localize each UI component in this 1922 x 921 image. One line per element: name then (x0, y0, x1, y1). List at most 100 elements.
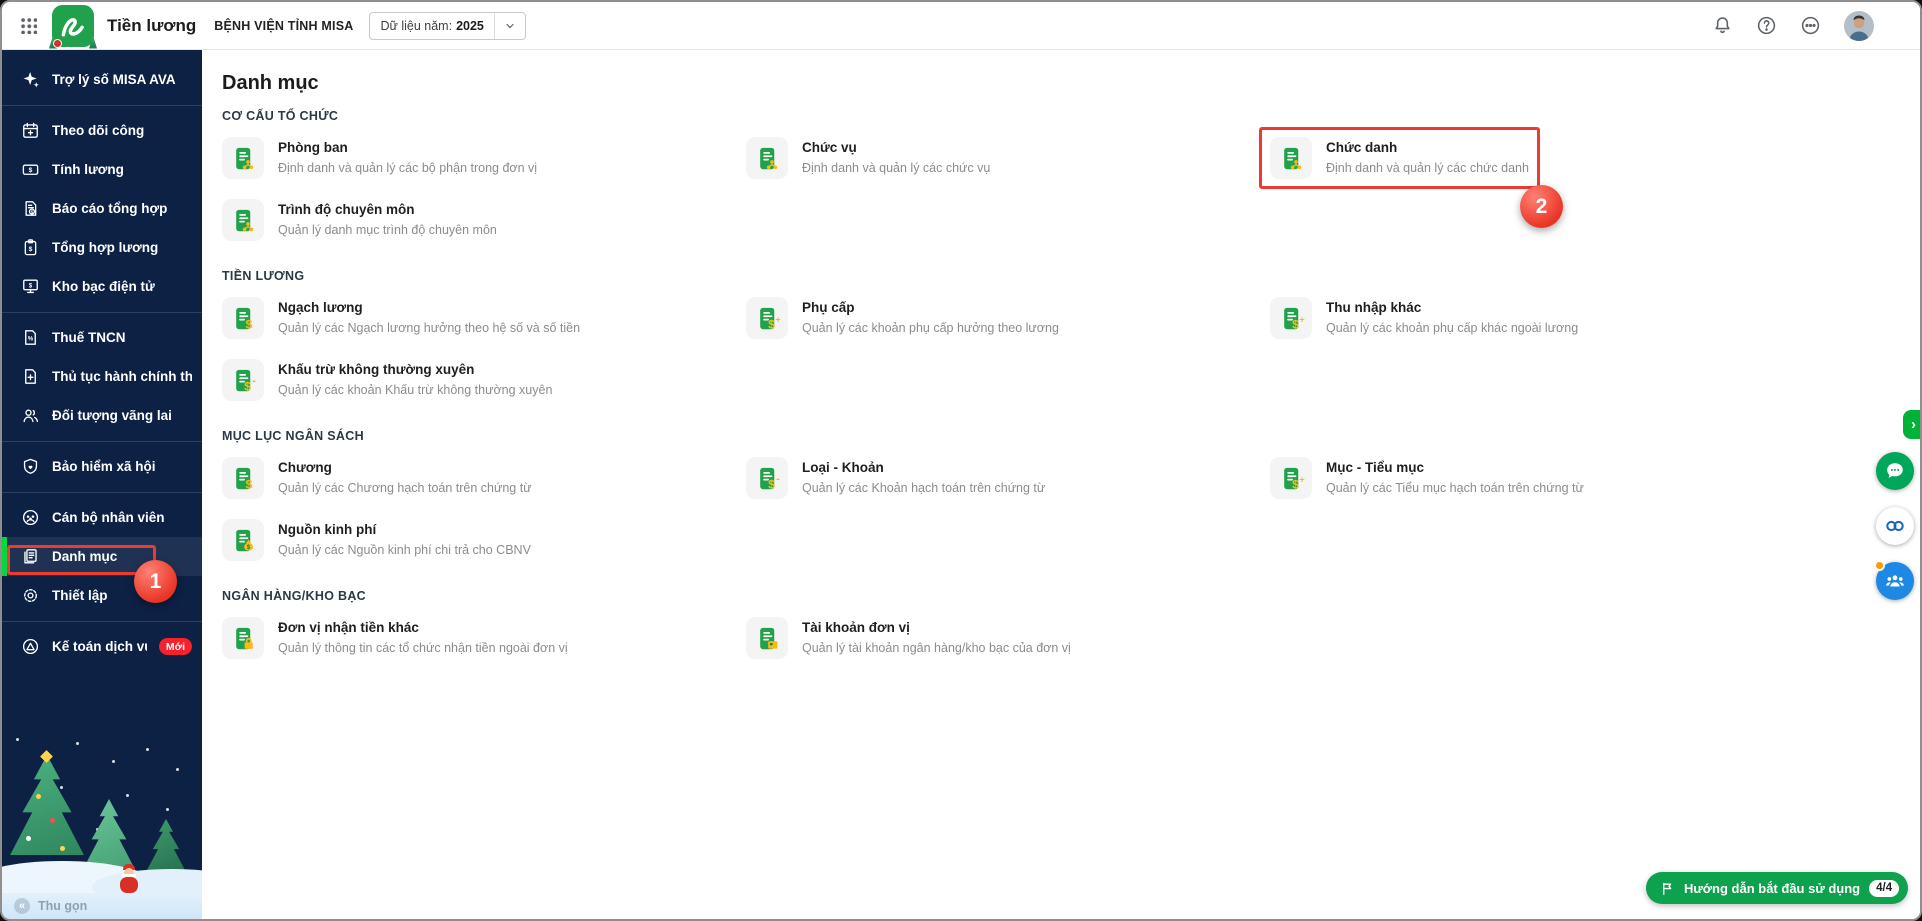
category-title: Nguồn kinh phí (278, 522, 377, 537)
sidebar-item-tinh-luong[interactable]: $ Tính lương (2, 150, 202, 189)
org-category-icon (746, 137, 788, 179)
category-description: Quản lý các Tiểu mục hạch toán trên chứn… (1326, 481, 1584, 495)
dollar-minus-category-icon: $ - (746, 457, 788, 499)
svg-text:-: - (776, 472, 780, 484)
sidebar-item-can-bo-nhan-vien[interactable]: Cán bộ nhân viên (2, 498, 202, 537)
community-button[interactable] (1874, 560, 1914, 600)
expand-panel-tab[interactable]: › (1903, 410, 1920, 439)
help-icon[interactable] (1756, 15, 1777, 36)
dollar-plus-category-icon: $ + (1270, 297, 1312, 339)
category-description: Định danh và quản lý các chức danh (1326, 161, 1529, 175)
category-card-trinh-do-chuyen-mon[interactable]: Trình độ chuyên môn Quản lý danh mục trìn… (222, 199, 746, 241)
misa-support-button[interactable] (1876, 507, 1914, 545)
svg-text:$: $ (28, 167, 32, 174)
sidebar-item-label: Theo dõi công (52, 123, 145, 138)
more-options-icon[interactable] (1800, 15, 1821, 36)
category-card-phong-ban[interactable]: Phòng ban Định danh và quản lý các bộ phậ… (222, 137, 746, 179)
category-card-loai-khoan[interactable]: $ - Loại - Khoản Quản lý các Khoản hạch toá… (746, 457, 1270, 499)
section-heading: TIỀN LƯƠNG (222, 269, 305, 283)
category-description: Quản lý các Ngạch lương hưởng theo hệ số… (278, 321, 581, 335)
category-grid: Đơn vị nhận tiền khác Quản lý thông tin c… (222, 617, 1920, 659)
collapse-chevron-icon: « (14, 898, 30, 914)
list-icon (20, 547, 40, 567)
category-text: Phụ cấp Quản lý các khoản phụ cấp hưởng t… (802, 297, 1059, 335)
collapse-sidebar-button[interactable]: « Thu gọn (2, 893, 202, 919)
category-title: Đơn vị nhận tiền khác (278, 620, 419, 635)
sidebar-item-doi-tuong-vang-lai[interactable]: Đối tượng vãng lai (2, 396, 202, 435)
sidebar-item-bao-hiem-xa-hoi[interactable]: Bảo hiểm xã hội (2, 447, 202, 486)
section-muc-luc-ngan-sach: MỤC LỤC NGÂN SÁCH $ Chương Quản lý các Chươ… (222, 429, 1920, 561)
money-icon: $ (20, 160, 40, 180)
sidebar-item-danh-muc[interactable]: Danh mục (2, 537, 202, 576)
category-card-nguon-kinh-phi[interactable]: $ Nguồn kinh phí Quản lý các Nguồn kinh ph… (222, 519, 746, 561)
category-text: Loại - Khoản Quản lý các Khoản hạch toán … (802, 457, 1045, 495)
svg-text:$: $ (28, 283, 32, 289)
section-tien-luong: TIỀN LƯƠNG $ Ngạch lương Quản lý các Ngạch … (222, 269, 1920, 401)
christmas-decoration (2, 730, 202, 895)
category-grid: Phòng ban Định danh và quản lý các bộ phậ… (222, 137, 1920, 241)
category-card-phu-cap[interactable]: $ + Phụ cấp Quản lý các khoản phụ cấp hưởng… (746, 297, 1270, 339)
gear-icon (20, 586, 40, 606)
live-chat-button[interactable] (1876, 452, 1914, 490)
svg-text:$: $ (768, 317, 775, 331)
sidebar-item-bao-cao-tong-hop[interactable]: $ Báo cáo tổng hợp (2, 189, 202, 228)
category-title: Khấu trừ không thường xuyên (278, 362, 475, 377)
org-category-icon (222, 199, 264, 241)
category-card-muc-tieu-muc[interactable]: $ + Mục - Tiểu mục Quản lý các Tiểu mục hạc… (1270, 457, 1794, 499)
sidebar-item-theo-doi-cong[interactable]: Theo dõi công (2, 111, 202, 150)
svg-text:+: + (775, 314, 780, 324)
category-text: Thu nhập khác Quản lý các khoản phụ cấp k… (1326, 297, 1578, 335)
category-card-chuc-vu[interactable]: Chức vụ Định danh và quản lý các chức vụ (746, 137, 1270, 179)
sidebar-item-thue-tncn[interactable]: % Thuế TNCN (2, 318, 202, 357)
sidebar-item-label: Cán bộ nhân viên (52, 510, 165, 525)
clipboard-icon: $ (20, 238, 40, 258)
dollar-minus-category-icon: $ - (222, 359, 264, 401)
monitor-icon: $ (20, 277, 40, 297)
svg-text:%: % (27, 337, 33, 343)
category-title: Ngạch lương (278, 300, 363, 315)
category-card-don-vi-nhan-tien-khac[interactable]: Đơn vị nhận tiền khác Quản lý thông tin c… (222, 617, 746, 659)
user-avatar[interactable] (1844, 10, 1874, 41)
sidebar-item-label: Danh mục (52, 549, 118, 564)
category-text: Khấu trừ không thường xuyên Quản lý các k… (278, 359, 552, 397)
category-title: Thu nhập khác (1326, 300, 1422, 315)
category-card-thu-nhap-khac[interactable]: $ + Thu nhập khác Quản lý các khoản phụ cấp… (1270, 297, 1794, 339)
category-card-ngach-luong[interactable]: $ Ngạch lương Quản lý các Ngạch lương hưởn… (222, 297, 746, 339)
sidebar-divider (2, 440, 202, 442)
guide-flag-icon (1663, 882, 1672, 895)
sidebar-item-ke-toan-dich-vu[interactable]: Kế toán dịch vụ Mới (2, 627, 202, 666)
category-card-chuong[interactable]: $ Chương Quản lý các Chương hạch toán trên… (222, 457, 746, 499)
christmas-tree-icon (146, 819, 186, 872)
svg-text:$: $ (245, 477, 252, 491)
category-description: Quản lý danh mục trình độ chuyên môn (278, 223, 497, 237)
svg-text:$: $ (244, 379, 251, 393)
santa-icon (53, 38, 62, 48)
category-description: Quản lý các khoản phụ cấp hưởng theo lươ… (802, 321, 1059, 335)
getting-started-guide-button[interactable]: Hướng dẫn bắt đầu sử dụng 4/4 (1646, 872, 1909, 904)
sidebar-item-thu-tuc-hanh-chinh-thue[interactable]: Thủ tục hành chính thuế (2, 357, 202, 396)
notification-bell-icon[interactable] (1712, 15, 1733, 36)
sidebar-divider (2, 311, 202, 313)
santa-claus (118, 864, 140, 893)
sidebar-item-tong-hop-luong[interactable]: $ Tổng hợp lương (2, 228, 202, 267)
category-text: Nguồn kinh phí Quản lý các Nguồn kinh phí… (278, 519, 531, 557)
dollar-category-icon: $ (222, 297, 264, 339)
sidebar-nav: Trợ lý số MISA AVA Theo dõi công $ Tính lươ… (2, 50, 202, 666)
header-left: Tiền lương BỆNH VIỆN TỈNH MISA Dữ liệu n… (2, 4, 526, 49)
sidebar-item-thiet-lap[interactable]: Thiết lập (2, 576, 202, 615)
ornament-icon (60, 846, 65, 851)
sidebar-item-tro-ly-so-misa-ava[interactable]: Trợ lý số MISA AVA (2, 60, 202, 99)
category-text: Trình độ chuyên môn Quản lý danh mục trìn… (278, 199, 497, 237)
sidebar-item-label: Tính lương (52, 162, 124, 177)
sidebar-item-kho-bac-dien-tu[interactable]: $ Kho bạc điện tử (2, 267, 202, 306)
year-selector[interactable]: Dữ liệu năm: 2025 (369, 11, 526, 40)
apps-grid-icon[interactable] (20, 17, 37, 34)
svg-text:$: $ (1292, 477, 1299, 491)
sidebar-item-label: Tổng hợp lương (52, 240, 159, 255)
category-card-khau-tru-khong-thuong-xuyen[interactable]: $ - Khấu trừ không thường xuyên Quản lý các… (222, 359, 746, 401)
category-card-chuc-danh[interactable]: Chức danh Định danh và quản lý các chức d… (1270, 137, 1794, 179)
people-circle-icon (20, 508, 40, 528)
category-card-tai-khoan-don-vi[interactable]: Tài khoản đơn vị Quản lý tài khoản ngân h… (746, 617, 1270, 659)
sparkles-icon (20, 70, 40, 90)
misa-logo[interactable] (49, 4, 97, 49)
